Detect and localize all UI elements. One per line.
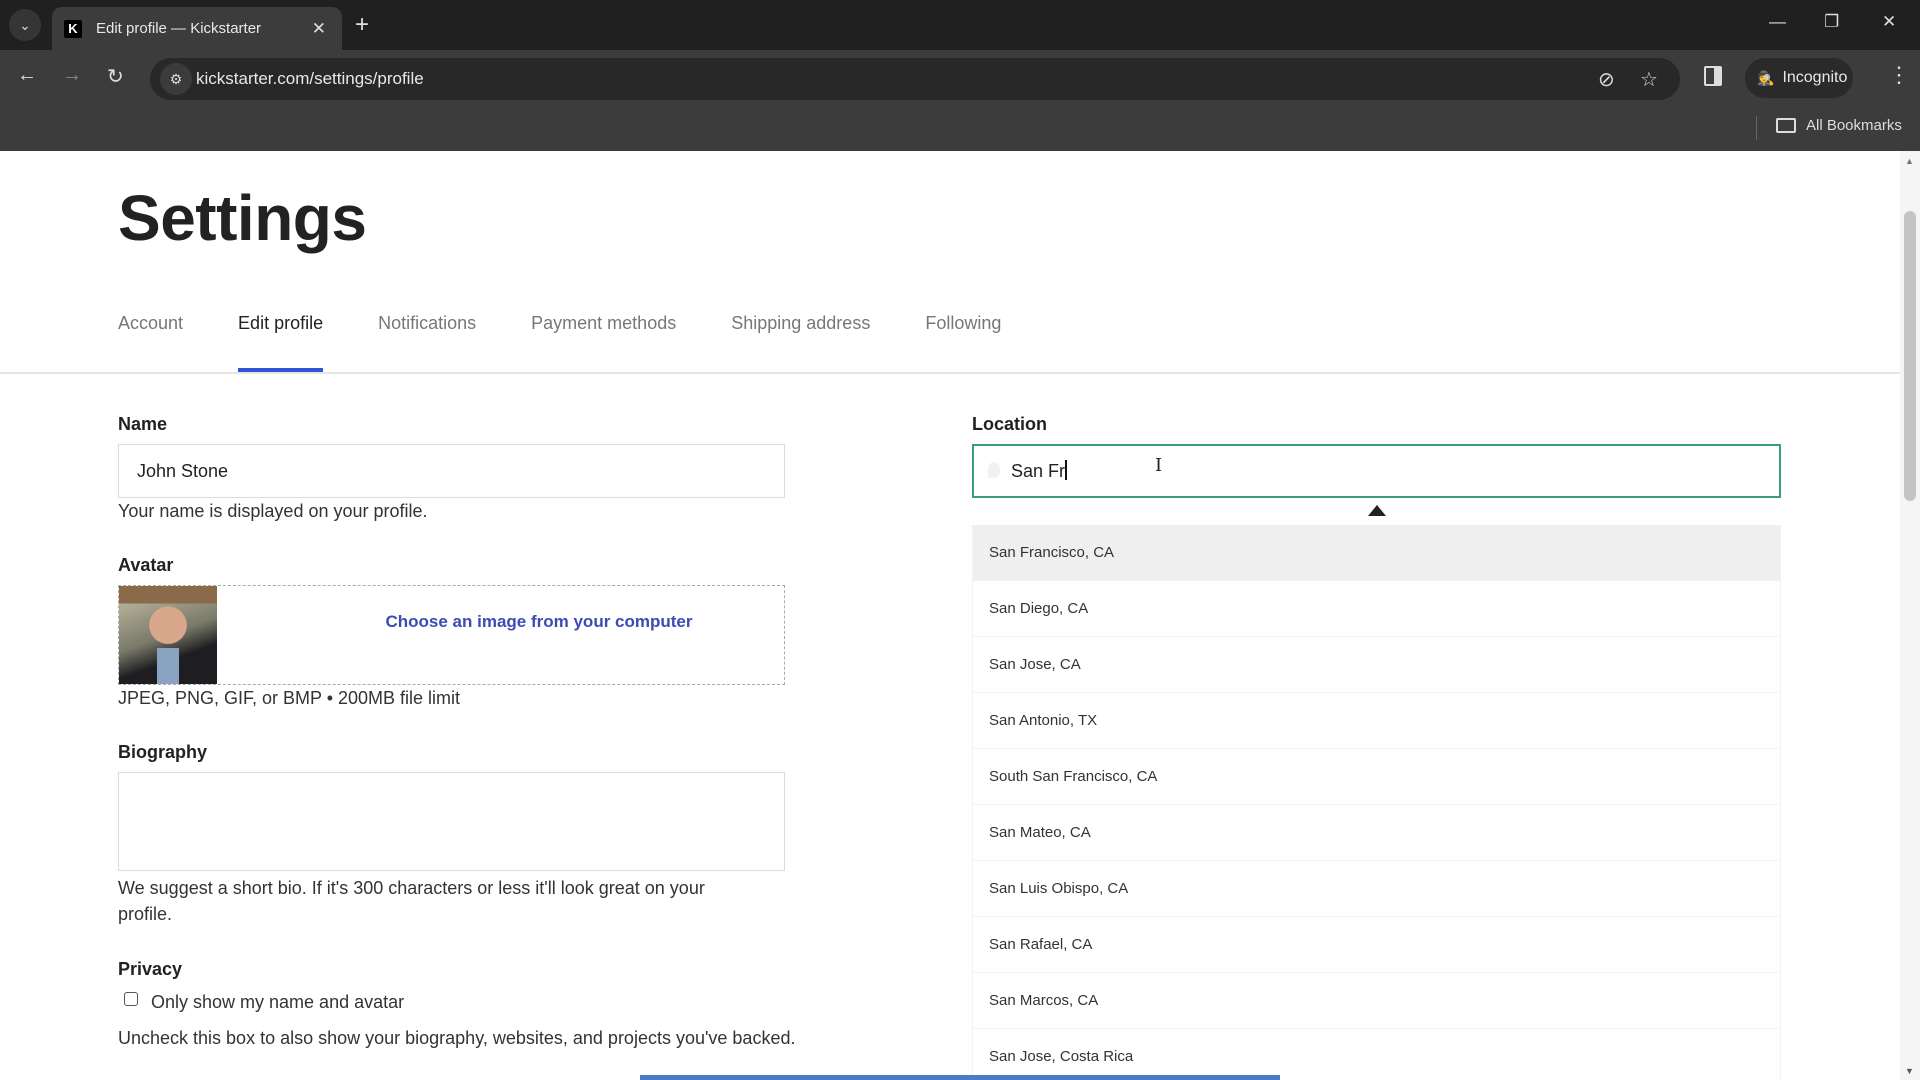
scroll-up-icon[interactable]: ▲ <box>1905 156 1914 166</box>
tab-payment-methods[interactable]: Payment methods <box>531 311 676 373</box>
incognito-badge[interactable]: 🕵 Incognito <box>1745 58 1853 98</box>
biography-hint: We suggest a short bio. If it's 300 char… <box>118 878 705 924</box>
browser-chrome: ⌄ K Edit profile — Kickstarter ✕ + — ❐ ✕… <box>0 0 1920 151</box>
settings-tabs: Account Edit profile Notifications Payme… <box>118 311 1056 374</box>
suggestion-item[interactable]: San Luis Obispo, CA <box>972 861 1781 917</box>
privacy-checkbox-label[interactable]: Only show my name and avatar <box>151 989 404 1015</box>
close-tab-icon[interactable]: ✕ <box>312 19 326 39</box>
privacy-label: Privacy <box>118 959 183 979</box>
tab-title: Edit profile — Kickstarter <box>96 20 262 37</box>
avatar-upload-box[interactable]: Choose an image from your computer <box>118 585 785 685</box>
side-panel-icon[interactable] <box>1704 66 1722 86</box>
incognito-icon: 🕵 <box>1757 69 1775 86</box>
kickstarter-favicon-icon: K <box>64 19 82 38</box>
tab-shipping-address[interactable]: Shipping address <box>731 311 870 373</box>
location-pin-icon <box>988 462 1000 478</box>
choose-image-link[interactable]: Choose an image from your computer <box>329 612 749 632</box>
folder-icon <box>1776 118 1796 133</box>
bookmarks-bar: All Bookmarks <box>0 108 1920 151</box>
scroll-down-icon[interactable]: ▼ <box>1905 1066 1914 1076</box>
chevron-down-icon: ⌄ <box>19 16 31 33</box>
bookmarks-divider <box>1756 116 1757 140</box>
all-bookmarks-label: All Bookmarks <box>1806 117 1902 134</box>
reload-icon[interactable]: ↻ <box>107 64 124 89</box>
avatar-hint: JPEG, PNG, GIF, or BMP • 200MB file limi… <box>118 688 461 708</box>
privacy-checkbox[interactable] <box>124 992 138 1006</box>
site-info-icon[interactable]: ⚙ <box>160 63 192 95</box>
tab-account[interactable]: Account <box>118 311 183 373</box>
suggestion-item[interactable]: San Rafael, CA <box>972 917 1781 973</box>
avatar-label: Avatar <box>118 555 174 575</box>
tab-strip: ⌄ K Edit profile — Kickstarter ✕ + — ❐ ✕ <box>0 0 1920 50</box>
avatar-image <box>119 586 217 684</box>
text-caret <box>1065 460 1068 480</box>
suggestion-item[interactable]: San Antonio, TX <box>972 693 1781 749</box>
tab-notifications[interactable]: Notifications <box>378 311 476 373</box>
dropdown-pointer-icon <box>1368 505 1386 516</box>
location-suggestions: San Francisco, CA San Diego, CA San Jose… <box>972 525 1781 1080</box>
suggestion-item[interactable]: San Jose, Costa Rica <box>972 1029 1781 1080</box>
browser-tab[interactable]: K Edit profile — Kickstarter ✕ <box>52 7 342 50</box>
minimize-icon[interactable]: — <box>1769 12 1786 32</box>
location-label: Location <box>972 414 1047 434</box>
tab-following[interactable]: Following <box>925 311 1001 373</box>
biography-label: Biography <box>118 742 208 762</box>
location-input-value: San Fr <box>1011 461 1066 481</box>
address-bar[interactable]: ⚙ kickstarter.com/settings/profile ⊘ ☆ <box>150 58 1680 100</box>
close-window-icon[interactable]: ✕ <box>1882 12 1896 32</box>
biography-textarea[interactable] <box>118 772 785 871</box>
suggestion-item[interactable]: San Marcos, CA <box>972 973 1781 1029</box>
url-text[interactable]: kickstarter.com/settings/profile <box>196 69 424 89</box>
suggestion-item[interactable]: San Mateo, CA <box>972 805 1781 861</box>
name-hint: Your name is displayed on your profile. <box>118 501 428 521</box>
back-icon[interactable]: ← <box>17 64 37 87</box>
suggestion-item[interactable]: San Diego, CA <box>972 581 1781 637</box>
all-bookmarks-button[interactable]: All Bookmarks <box>1776 117 1902 134</box>
ibeam-cursor-icon: I <box>1155 455 1163 476</box>
suggestion-item[interactable]: San Jose, CA <box>972 637 1781 693</box>
name-input[interactable]: John Stone <box>118 444 785 498</box>
forward-icon[interactable]: → <box>62 64 82 87</box>
maximize-icon[interactable]: ❐ <box>1824 12 1839 32</box>
settings-page: Settings Account Edit profile Notificati… <box>0 151 1900 1080</box>
suggestion-item[interactable]: San Francisco, CA <box>972 525 1781 581</box>
privacy-hint: Uncheck this box to also show your biogr… <box>118 1028 796 1048</box>
scrollbar-thumb[interactable] <box>1904 211 1916 501</box>
page-title: Settings <box>118 182 367 254</box>
new-tab-button[interactable]: + <box>355 11 369 39</box>
incognito-label: Incognito <box>1782 69 1848 86</box>
browser-toolbar: ← → ↻ ⚙ kickstarter.com/settings/profile… <box>0 50 1920 108</box>
menu-icon[interactable]: ⋮ <box>1888 62 1910 88</box>
name-label: Name <box>118 414 168 434</box>
location-input[interactable]: San Fr <box>972 444 1781 498</box>
eye-off-icon[interactable]: ⊘ <box>1598 67 1615 92</box>
suggestion-item[interactable]: South San Francisco, CA <box>972 749 1781 805</box>
tab-edit-profile[interactable]: Edit profile <box>238 311 324 374</box>
tabs-divider <box>0 372 1900 374</box>
page-scrollbar[interactable]: ▲ ▼ <box>1900 151 1920 1080</box>
loading-bar <box>640 1075 1280 1080</box>
star-icon[interactable]: ☆ <box>1640 67 1658 92</box>
tab-list-button[interactable]: ⌄ <box>9 9 41 41</box>
